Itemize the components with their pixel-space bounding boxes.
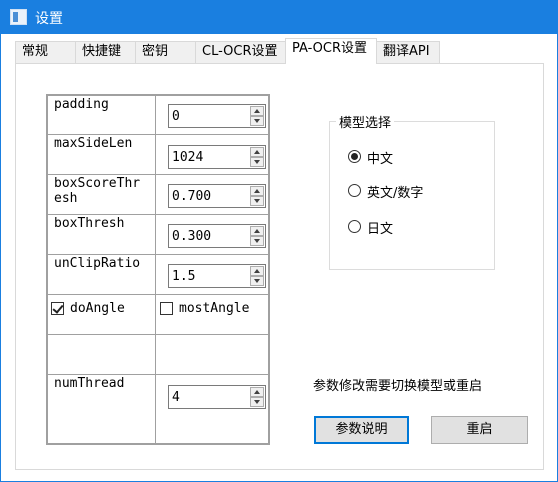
box-thresh-increment-button[interactable] (250, 226, 264, 236)
unclip-ratio-label: unClipRatio (54, 256, 141, 271)
max-side-len-spinbox[interactable]: 1024 (168, 145, 266, 169)
unclip-ratio-label-cell: unClipRatio (47, 254, 156, 295)
tab-label: CL-OCR设置 (202, 44, 278, 59)
box-score-thresh-label-line2: esh (54, 191, 78, 206)
radio-japanese[interactable] (348, 220, 361, 233)
box-score-thresh-increment-button[interactable] (250, 186, 264, 196)
unclip-ratio-increment-button[interactable] (250, 266, 264, 276)
radio-chinese-label[interactable]: 中文 (367, 148, 393, 167)
padding-label: padding (54, 97, 109, 112)
tab-label: 密钥 (142, 44, 169, 59)
num-thread-increment-button[interactable] (250, 387, 264, 397)
box-thresh-spinbox[interactable]: 0.300 (168, 224, 266, 248)
param-help-button[interactable]: 参数说明 (314, 416, 409, 444)
empty-cell (47, 334, 156, 375)
empty-cell (155, 334, 269, 375)
most-angle-label[interactable]: mostAngle (179, 301, 249, 316)
settings-window-icon (10, 9, 27, 25)
max-side-len-increment-button[interactable] (250, 147, 264, 157)
padding-value[interactable]: 0 (172, 109, 180, 124)
radio-english-digits-label[interactable]: 英文/数字 (367, 182, 423, 201)
box-thresh-label: boxThresh (54, 216, 125, 231)
radio-japanese-label[interactable]: 日文 (367, 218, 393, 237)
most-angle-checkbox[interactable] (160, 302, 173, 315)
box-thresh-value[interactable]: 0.300 (172, 229, 211, 244)
title-bar: 设置 (0, 0, 558, 34)
tab-keys[interactable]: 密钥 (135, 41, 196, 63)
box-score-thresh-label-line1: boxScoreThr (54, 176, 141, 191)
model-select-title: 模型选择 (336, 112, 395, 131)
box-thresh-decrement-button[interactable] (250, 236, 264, 246)
tab-label: 翻译API (383, 44, 430, 59)
num-thread-decrement-button[interactable] (250, 397, 264, 407)
max-side-len-label: maxSideLen (54, 136, 133, 151)
box-score-thresh-decrement-button[interactable] (250, 196, 264, 206)
radio-english-digits[interactable] (348, 184, 361, 197)
max-side-len-decrement-button[interactable] (250, 157, 264, 167)
num-thread-label-cell: numThread (47, 374, 156, 444)
tab-cl-ocr-settings[interactable]: CL-OCR设置 (195, 41, 286, 63)
max-side-len-value[interactable]: 1024 (172, 150, 203, 165)
padding-increment-button[interactable] (250, 106, 264, 116)
padding-label-cell: padding (47, 95, 156, 135)
restart-button[interactable]: 重启 (431, 416, 528, 444)
box-score-thresh-spinbox[interactable]: 0.700 (168, 184, 266, 208)
unclip-ratio-spinbox[interactable]: 1.5 (168, 264, 266, 288)
num-thread-value[interactable]: 4 (172, 390, 180, 405)
window-title: 设置 (35, 11, 63, 27)
unclip-ratio-decrement-button[interactable] (250, 276, 264, 286)
radio-chinese[interactable] (348, 150, 361, 163)
num-thread-label: numThread (54, 376, 125, 391)
tab-pa-ocr-settings[interactable]: PA-OCR设置 (285, 38, 377, 64)
box-thresh-label-cell: boxThresh (47, 214, 156, 255)
max-side-len-label-cell: maxSideLen (47, 134, 156, 175)
tab-general[interactable]: 常规 (15, 41, 76, 63)
tab-label: PA-OCR设置 (292, 41, 368, 56)
tab-translate-api[interactable]: 翻译API (376, 41, 440, 63)
num-thread-spinbox[interactable]: 4 (168, 385, 266, 409)
box-score-thresh-label-cell: boxScoreThr esh (47, 174, 156, 215)
unclip-ratio-value[interactable]: 1.5 (172, 269, 195, 284)
padding-spinbox[interactable]: 0 (168, 104, 266, 128)
do-angle-label[interactable]: doAngle (70, 301, 125, 316)
padding-decrement-button[interactable] (250, 116, 264, 126)
restart-notice: 参数修改需要切换模型或重启 (313, 379, 483, 394)
tab-label: 常规 (22, 44, 49, 59)
tab-hotkeys[interactable]: 快捷键 (75, 41, 136, 63)
tab-label: 快捷键 (82, 44, 122, 59)
box-score-thresh-value[interactable]: 0.700 (172, 189, 211, 204)
do-angle-checkbox[interactable] (51, 302, 64, 315)
